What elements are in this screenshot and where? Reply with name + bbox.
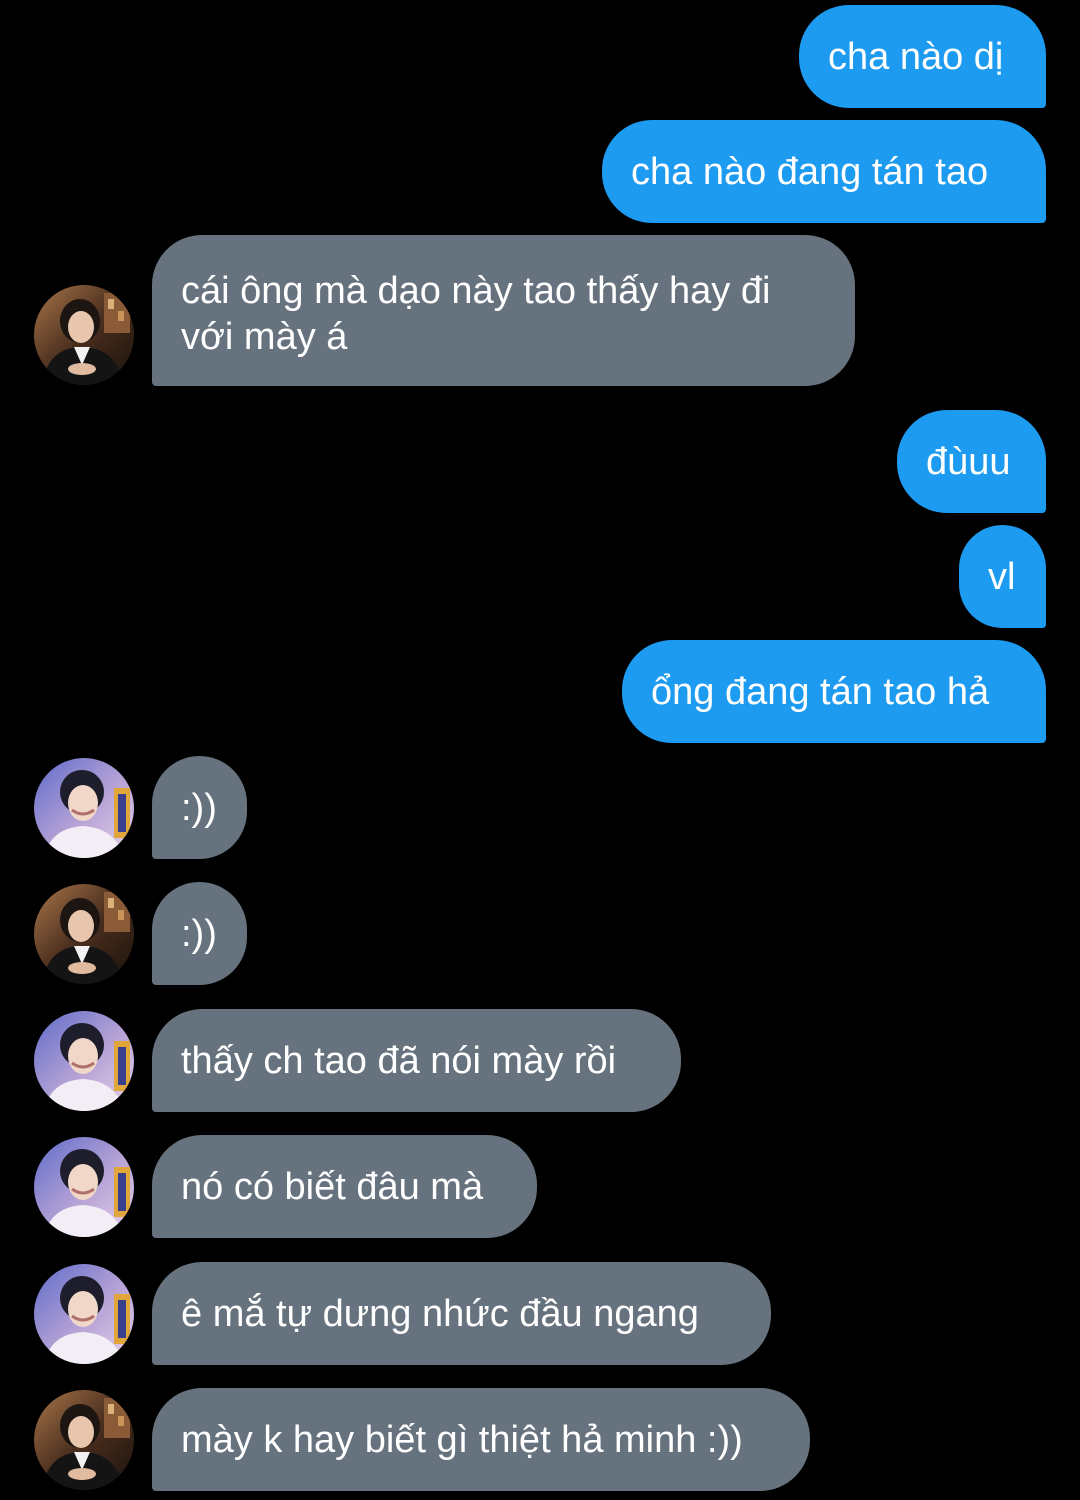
contact-avatar[interactable]	[34, 1011, 134, 1111]
message-text: cha nào dị	[828, 35, 1004, 78]
message-text: mày k hay biết gì thiệt hả minh :))	[181, 1418, 743, 1461]
incoming-message-bubble[interactable]: nó có biết đâu mà	[152, 1135, 537, 1238]
outgoing-message-bubble[interactable]: vl	[959, 525, 1046, 628]
message-text: cha nào đang tán tao	[631, 150, 989, 193]
message-text: nó có biết đâu mà	[181, 1165, 484, 1208]
outgoing-message-bubble[interactable]: ổng đang tán tao hả	[622, 640, 1046, 743]
incoming-message-bubble[interactable]: :))	[152, 882, 247, 985]
incoming-message-bubble[interactable]: cái ông mà dạo này tao thấy hay đi với m…	[152, 235, 855, 386]
contact-avatar[interactable]	[34, 1390, 134, 1490]
message-text: ê mắ tự dưng nhức đầu ngang	[181, 1292, 699, 1335]
incoming-message-bubble[interactable]: thấy ch tao đã nói mày rồi	[152, 1009, 681, 1112]
message-text: vl	[988, 555, 1016, 598]
message-text: đùuu	[926, 440, 1011, 483]
message-text: :))	[181, 912, 217, 955]
contact-avatar[interactable]	[34, 758, 134, 858]
contact-avatar[interactable]	[34, 884, 134, 984]
incoming-message-bubble[interactable]: mày k hay biết gì thiệt hả minh :))	[152, 1388, 810, 1491]
incoming-message-bubble[interactable]: ê mắ tự dưng nhức đầu ngang	[152, 1262, 771, 1365]
contact-avatar[interactable]	[34, 285, 134, 385]
message-text: :))	[181, 786, 217, 829]
incoming-message-bubble[interactable]: :))	[152, 756, 247, 859]
chat-thread: cha nào dị cha nào đang tán tao cái ông …	[0, 0, 1080, 1500]
outgoing-message-bubble[interactable]: đùuu	[897, 410, 1046, 513]
message-text: ổng đang tán tao hả	[651, 670, 990, 713]
contact-avatar[interactable]	[34, 1264, 134, 1364]
outgoing-message-bubble[interactable]: cha nào đang tán tao	[602, 120, 1046, 223]
outgoing-message-bubble[interactable]: cha nào dị	[799, 5, 1046, 108]
message-text: thấy ch tao đã nói mày rồi	[181, 1039, 617, 1082]
contact-avatar[interactable]	[34, 1137, 134, 1237]
message-text: cái ông mà dạo này tao thấy hay đi với m…	[181, 270, 771, 358]
